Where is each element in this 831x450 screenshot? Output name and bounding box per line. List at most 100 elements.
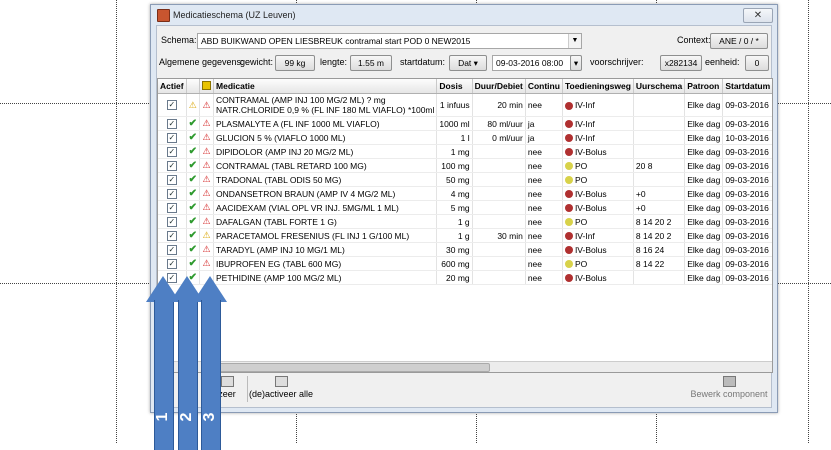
active-checkbox[interactable]: ✓ [166,216,177,227]
alert-icon[interactable]: ⚠ [202,244,210,254]
active-cell[interactable]: ✓ [158,93,187,117]
dose-cell[interactable]: 4 mg [436,186,473,201]
edit-component-button[interactable]: Bewerk component [689,376,769,402]
title-bar[interactable]: Medicatieschema (UZ Leuven) ✕ [151,5,777,25]
continuous-cell[interactable]: nee [525,200,563,215]
column-header[interactable] [186,79,201,94]
schedule-cell[interactable] [633,172,686,187]
column-header[interactable]: Startdatum [722,79,772,94]
pattern-cell[interactable]: Elke dag [684,214,724,229]
pattern-cell[interactable]: Elke dag [684,172,724,187]
medication-cell[interactable]: TRADONAL (TABL ODIS 50 MG) [213,172,438,187]
pattern-cell[interactable]: Elke dag [684,228,724,243]
route-cell[interactable]: IV-Inf [562,116,634,131]
dose-cell[interactable]: 100 mg [436,158,473,173]
schedule-cell[interactable]: 8 16 24 [633,242,686,257]
warning-icon[interactable]: ⚠ [189,100,197,110]
schedule-cell[interactable]: 8 14 20 2 [633,214,686,229]
horizontal-scrollbar[interactable] [158,361,772,372]
duration-cell[interactable] [472,242,526,257]
continuous-cell[interactable]: nee [525,172,563,187]
schedule-cell[interactable]: 8 14 20 2 [633,228,686,243]
pattern-cell[interactable]: Elke dag [684,130,724,145]
route-cell[interactable]: PO [562,214,634,229]
continuous-cell[interactable]: nee [525,214,563,229]
pattern-cell[interactable]: Elke dag [684,158,724,173]
continuous-cell[interactable]: ja [525,116,563,131]
dose-cell[interactable]: 1 g [436,228,473,243]
table-row[interactable]: ✓ ✔ ⚠ PLASMALYTE A (FL INF 1000 ML VIAFLO) 1… [158,116,772,131]
alert-icon[interactable]: ⚠ [202,202,210,212]
route-cell[interactable]: IV-Bolus [562,186,634,201]
route-cell[interactable]: IV-Inf [562,93,634,117]
medication-cell[interactable]: AACIDEXAM (VIAL OPL VR INJ. 5MG/ML 1 ML) [213,200,438,215]
alert-icon[interactable]: ⚠ [202,118,210,128]
table-row[interactable]: ✓ ✔ ⚠ TARADYL (AMP INJ 10 MG/1 ML) 30 mg nee I… [158,242,772,257]
startdate-cell[interactable]: 09-03-2016 [722,200,772,215]
alert-icon[interactable]: ⚠ [202,100,210,110]
alert-icon[interactable]: ⚠ [202,258,210,268]
table-row[interactable]: ✓ ✔ PETHIDINE (AMP 100 MG/2 ML) 20 mg nee IV-… [158,270,772,285]
dose-cell[interactable]: 20 mg [436,270,473,285]
column-header[interactable]: Dosis [436,79,473,94]
schedule-cell[interactable]: +0 [633,186,686,201]
dose-cell[interactable]: 600 mg [436,256,473,271]
active-cell[interactable]: ✓ [158,144,187,159]
dose-cell[interactable]: 1 l [436,130,473,145]
alert-icon[interactable]: ⚠ [202,160,210,170]
medication-cell[interactable]: PETHIDINE (AMP 100 MG/2 ML) [213,270,438,285]
active-cell[interactable]: ✓ [158,228,187,243]
pattern-cell[interactable]: Elke dag [684,256,724,271]
continuous-cell[interactable]: nee [525,228,563,243]
continuous-cell[interactable]: nee [525,186,563,201]
scrollbar-thumb[interactable] [218,363,490,372]
medication-cell[interactable]: PLASMALYTE A (FL INF 1000 ML VIAFLO) [213,116,438,131]
active-cell[interactable]: ✓ [158,158,187,173]
medication-cell[interactable]: GLUCION 5 % (VIAFLO 1000 ML) [213,130,438,145]
startdate-cell[interactable]: 09-03-2016 [722,186,772,201]
alert-icon[interactable]: ⚠ [202,132,210,142]
table-row[interactable]: ✓ ✔ ⚠ DAFALGAN (TABL FORTE 1 G) 1 g nee PO 8 14… [158,214,772,229]
route-cell[interactable]: PO [562,256,634,271]
dose-cell[interactable]: 1 mg [436,144,473,159]
startdate-cell[interactable]: 10-03-2016 [722,130,772,145]
medication-cell[interactable]: DAFALGAN (TABL FORTE 1 G) [213,214,438,229]
column-header[interactable]: Continu [525,79,563,94]
startdate-cell[interactable]: 09-03-2016 [722,214,772,229]
medication-cell[interactable]: CONTRAMAL (TABL RETARD 100 MG) [213,158,438,173]
startdate-cell[interactable]: 09-03-2016 [722,158,772,173]
active-checkbox[interactable]: ✓ [166,174,177,185]
alert-icon[interactable]: ⚠ [202,216,210,226]
schedule-cell[interactable]: 8 14 22 [633,256,686,271]
active-cell[interactable]: ✓ [158,186,187,201]
active-checkbox[interactable]: ✓ [166,146,177,157]
active-cell[interactable]: ✓ [158,214,187,229]
dose-cell[interactable]: 5 mg [436,200,473,215]
medication-cell[interactable]: PARACETAMOL FRESENIUS (FL INJ 1 G/100 ML… [213,228,438,243]
continuous-cell[interactable]: nee [525,158,563,173]
duration-cell[interactable] [472,214,526,229]
schema-select[interactable]: ABD BUIKWAND OPEN LIESBREUK contramal st… [197,33,582,49]
route-cell[interactable]: IV-Bolus [562,200,634,215]
dose-cell[interactable]: 1 g [436,214,473,229]
toggle-all-button[interactable]: (de)activeer alle [247,376,314,402]
pattern-cell[interactable]: Elke dag [684,200,724,215]
column-header[interactable]: Medicatie [213,79,438,94]
startdate-type-button[interactable]: Dat ▾ [449,55,487,71]
medication-cell[interactable]: DIPIDOLOR (AMP INJ 20 MG/2 ML) [213,144,438,159]
medication-cell[interactable]: IBUPROFEN EG (TABL 600 MG) [213,256,438,271]
pattern-cell[interactable]: Elke dag [684,242,724,257]
table-row[interactable]: ✓ ✔ ⚠ ONDANSETRON BRAUN (AMP IV 4 MG/2 ML) 4… [158,186,772,201]
alert-icon[interactable]: ⚠ [202,230,210,240]
pattern-cell[interactable]: Elke dag [684,144,724,159]
startdate-field[interactable]: 09-03-2016 08:00 [492,55,573,71]
startdate-cell[interactable]: 09-03-2016 [722,242,772,257]
length-button[interactable]: 1.55 m [350,55,392,71]
continuous-cell[interactable]: nee [525,242,563,257]
table-row[interactable]: ✓ ✔ ⚠ AACIDEXAM (VIAL OPL VR INJ. 5MG/ML 1 … [158,200,772,215]
context-button[interactable]: ANE / 0 / * [710,33,768,49]
table-row[interactable]: ✓ ⚠ ⚠ CONTRAMAL (AMP INJ 100 MG/2 ML) ? mg N… [158,93,772,117]
continuous-cell[interactable]: ja [525,130,563,145]
duration-cell[interactable]: 30 min [472,228,526,243]
active-checkbox[interactable]: ✓ [166,100,177,111]
